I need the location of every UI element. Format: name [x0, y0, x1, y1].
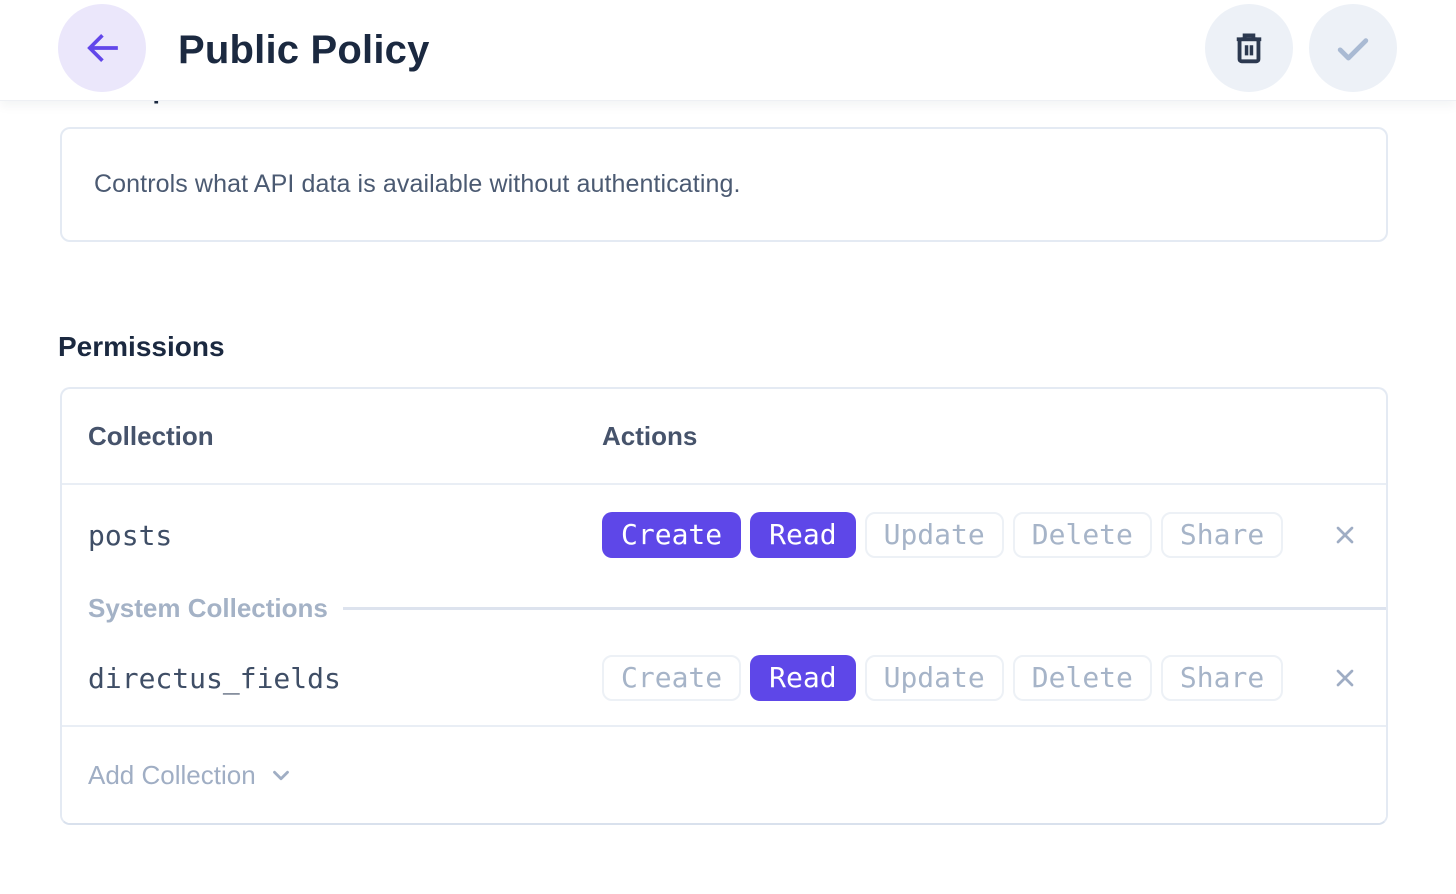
policy-form: Controls what API data is available with…	[0, 101, 1456, 825]
check-icon	[1331, 26, 1375, 70]
remove-row-button[interactable]	[1330, 520, 1360, 550]
close-icon	[1331, 521, 1359, 549]
system-collections-divider: System Collections	[62, 585, 1386, 631]
close-icon	[1331, 664, 1359, 692]
collection-name: posts	[88, 519, 602, 552]
divider-line	[343, 607, 1386, 610]
permission-row-posts: posts Create Read Update Delete Share	[62, 485, 1386, 585]
permissions-heading: Permissions	[58, 330, 1388, 364]
action-button-update[interactable]: Update	[865, 655, 1004, 701]
arrow-left-icon	[81, 27, 123, 69]
trash-icon	[1228, 27, 1270, 69]
collection-name: directus_fields	[88, 662, 602, 695]
back-button[interactable]	[58, 4, 146, 92]
description-input[interactable]: Controls what API data is available with…	[60, 127, 1388, 242]
column-header-actions: Actions	[602, 421, 697, 452]
action-button-read[interactable]: Read	[750, 655, 855, 701]
action-button-update[interactable]: Update	[865, 512, 1004, 558]
permission-row-directus-fields: directus_fields Create Read Update Delet…	[62, 631, 1386, 725]
description-value: Controls what API data is available with…	[94, 170, 741, 199]
permissions-table: Collection Actions posts Create Read Upd…	[60, 387, 1388, 825]
delete-button[interactable]	[1205, 4, 1293, 92]
page-title: Public Policy	[178, 28, 430, 73]
chevron-down-icon	[268, 762, 294, 788]
action-button-share[interactable]: Share	[1161, 655, 1283, 701]
page-header: Public Policy	[0, 0, 1456, 101]
system-collections-label: System Collections	[88, 593, 328, 624]
add-collection-label: Add Collection	[88, 760, 256, 791]
action-button-create[interactable]: Create	[602, 655, 741, 701]
save-button[interactable]	[1309, 4, 1397, 92]
action-button-delete[interactable]: Delete	[1013, 655, 1152, 701]
add-collection-button[interactable]: Add Collection	[62, 725, 1386, 823]
action-button-delete[interactable]: Delete	[1013, 512, 1152, 558]
action-button-create[interactable]: Create	[602, 512, 741, 558]
action-button-share[interactable]: Share	[1161, 512, 1283, 558]
actions-cell: Create Read Update Delete Share	[602, 512, 1360, 558]
actions-cell: Create Read Update Delete Share	[602, 655, 1360, 701]
column-header-collection: Collection	[88, 421, 602, 452]
remove-row-button[interactable]	[1330, 663, 1360, 693]
action-button-read[interactable]: Read	[750, 512, 855, 558]
permissions-table-header: Collection Actions	[62, 389, 1386, 485]
